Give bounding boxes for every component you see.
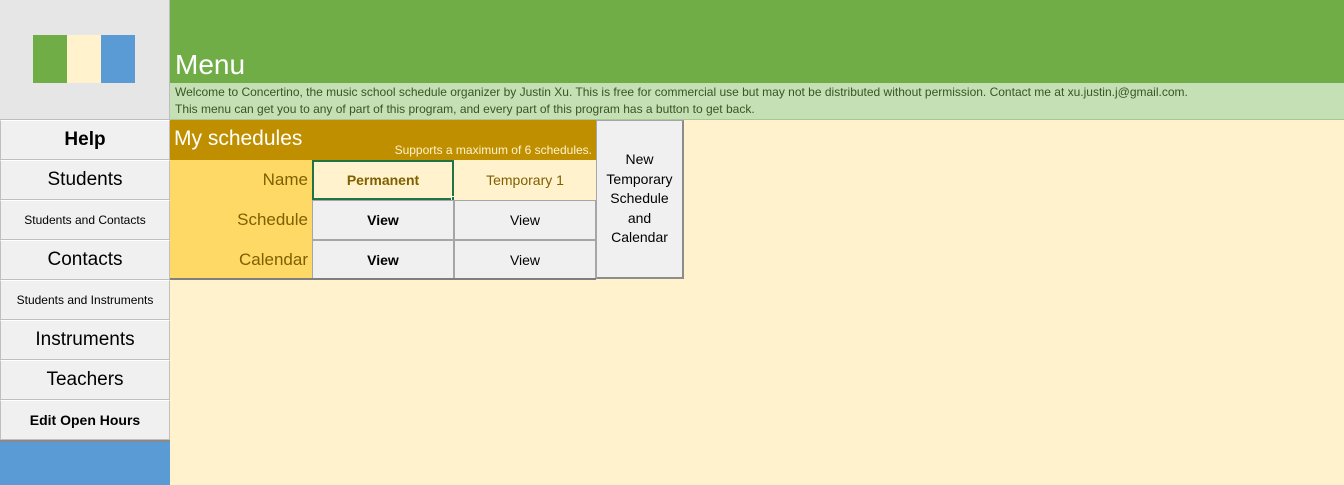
row-label-calendar: Calendar xyxy=(170,240,312,279)
view-calendar-button[interactable]: View xyxy=(454,240,596,279)
table-bottom-border xyxy=(170,278,596,280)
page-header: Menu xyxy=(170,0,1344,83)
schedule-name-cell[interactable]: Temporary 1 xyxy=(454,160,596,200)
schedules-header: My schedules Supports a maximum of 6 sch… xyxy=(170,120,596,160)
schedules-limit-note: Supports a maximum of 6 schedules. xyxy=(394,143,592,157)
sidebar-item-students-and-contacts[interactable]: Students and Contacts xyxy=(0,200,170,240)
view-schedule-button[interactable]: View xyxy=(454,200,596,240)
logo-stripe-green xyxy=(33,35,67,83)
logo-stripe-blue xyxy=(101,35,135,83)
schedules-title: My schedules xyxy=(174,127,303,150)
view-calendar-button[interactable]: View xyxy=(312,240,454,279)
sidebar-footer xyxy=(0,440,170,485)
sidebar-item-students-and-instruments[interactable]: Students and Instruments xyxy=(0,280,170,320)
row-label-schedule: Schedule xyxy=(170,200,312,240)
row-label-name: Name xyxy=(170,160,312,200)
sidebar-item-edit-open-hours[interactable]: Edit Open Hours xyxy=(0,400,170,440)
page-title: Menu xyxy=(175,49,246,80)
new-temporary-schedule-button[interactable]: New Temporary Schedule and Calendar xyxy=(596,120,684,279)
schedule-name-cell[interactable]: Permanent xyxy=(312,160,454,200)
sidebar-item-teachers[interactable]: Teachers xyxy=(0,360,170,400)
sidebar-item-students[interactable]: Students xyxy=(0,160,170,200)
sidebar-item-help[interactable]: Help xyxy=(0,120,170,160)
welcome-text: Welcome to Concertino, the music school … xyxy=(175,85,1188,99)
view-schedule-button[interactable]: View xyxy=(312,200,454,240)
app-logo xyxy=(0,0,170,120)
info-bar: Welcome to Concertino, the music school … xyxy=(170,83,1344,120)
menu-help-text: This menu can get you to any of part of … xyxy=(175,102,755,116)
sidebar-item-instruments[interactable]: Instruments xyxy=(0,320,170,360)
logo-stripe-cream xyxy=(67,35,101,83)
sidebar-item-contacts[interactable]: Contacts xyxy=(0,240,170,280)
